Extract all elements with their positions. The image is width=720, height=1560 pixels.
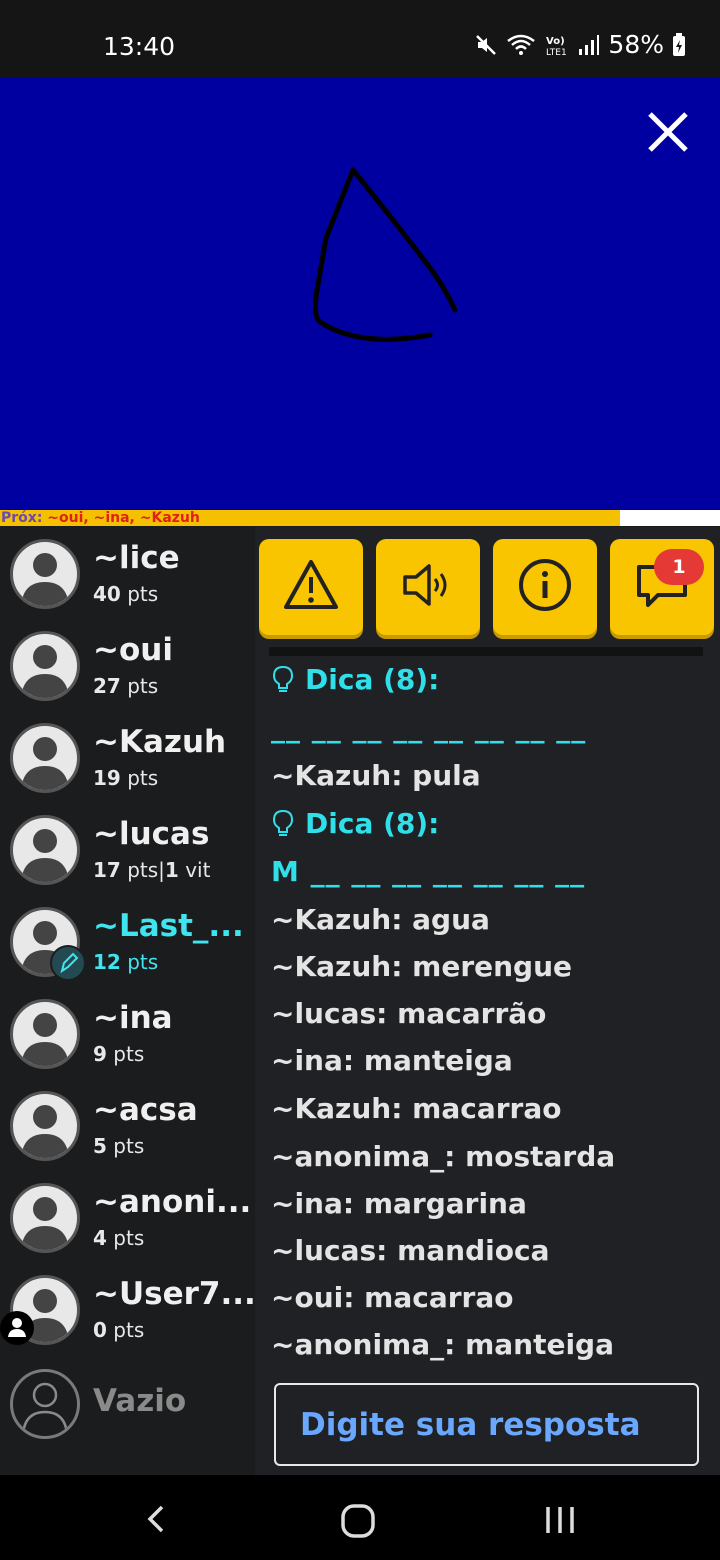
status-bar: 13:40 Vo) LTE1 58% [0,0,720,78]
answer-input[interactable]: Digite sua resposta [274,1383,699,1466]
player-item[interactable]: ~Kazuh 19 pts [0,711,255,803]
info-button[interactable] [493,539,597,635]
lightbulb-icon [272,665,294,692]
chat-message: ~anonima_: mostarda [271,1140,616,1173]
avatar [10,723,80,793]
toolbar: 1 [259,539,717,635]
player-item[interactable]: ~acsa 5 pts [0,1079,255,1171]
next-players-bar: Próx: ~oui, ~ina, ~Kazuh [0,510,720,526]
player-name: ~User7... [93,1276,256,1312]
avatar [10,631,80,701]
chat-message: ~lucas: mandioca [271,1234,550,1267]
divider [269,647,703,656]
pencil-icon [50,945,86,981]
close-icon[interactable] [646,110,690,154]
chat-message: ~Kazuh: merengue [271,950,573,983]
player-name: ~Last_... [93,908,244,944]
wifi-icon [507,34,536,55]
navigation-bar [0,1475,720,1560]
user-icon [0,1311,34,1345]
chat-message: ~Kazuh: pula [271,759,481,792]
battery-percent: 58% [608,30,664,59]
hint-message: Dica (8): [271,807,439,840]
avatar [10,1091,80,1161]
avatar [10,1183,80,1253]
player-points: 0 pts [93,1318,145,1342]
player-name: ~acsa [93,1092,198,1128]
chat-badge: 1 [654,549,704,585]
empty-avatar-icon [10,1369,80,1439]
player-points: 12 pts [93,950,159,974]
chat-message: ~Kazuh: agua [271,903,490,936]
hint-message: Dica (8): [271,663,439,696]
avatar [10,539,80,609]
recent-apps-icon[interactable] [544,1505,576,1535]
next-names: ~oui, ~ina, ~Kazuh [47,510,200,526]
hint-blanks: M __ __ __ __ __ __ __ [271,855,586,888]
info-icon [519,559,571,611]
avatar [10,999,80,1069]
sound-button[interactable] [376,539,480,635]
empty-slot-label: Vazio [93,1383,187,1419]
player-list: ~lice 40 pts ~oui 27 pts ~Kazuh 19 pts ~… [0,527,256,1475]
chat-message: ~Kazuh: macarrao [271,1092,562,1125]
game-panel: 1 Dica (8): __ __ __ __ __ __ __ __ ~Kaz… [255,527,720,1475]
next-label: Próx: [1,510,43,526]
player-name: ~lice [93,540,180,576]
drawing-canvas[interactable] [0,78,720,510]
player-name: ~Kazuh [93,724,227,760]
empty-slot: Vazio [0,1357,255,1449]
battery-icon [673,32,685,56]
player-points: 9 pts [93,1042,145,1066]
player-points: 4 pts [93,1226,145,1250]
player-item[interactable]: ~lucas 17 pts|1 vit [0,803,255,895]
speaker-icon [403,564,447,606]
chat-message: ~lucas: macarrão [271,997,547,1030]
svg-text:Vo): Vo) [546,36,565,47]
lightbulb-icon [272,809,294,836]
player-points: 40 pts [93,582,159,606]
avatar [10,815,80,885]
status-time: 13:40 [103,32,176,61]
player-name: ~anoni... [93,1184,252,1220]
status-icons: Vo) LTE1 58% [474,30,686,59]
player-points: 5 pts [93,1134,145,1158]
drawing-strokes [313,167,458,342]
player-name: ~ina [93,1000,173,1036]
chat-message: ~anonima_: manteiga [271,1328,614,1361]
player-points: 19 pts [93,766,159,790]
player-item[interactable]: ~anoni... 4 pts [0,1171,255,1263]
warning-icon [284,560,338,609]
home-icon[interactable] [340,1503,376,1539]
answer-placeholder: Digite sua resposta [300,1407,641,1443]
chat-message: ~oui: macarrao [271,1281,514,1314]
player-points: 17 pts|1 vit [93,858,211,882]
player-points: 27 pts [93,674,159,698]
back-icon[interactable] [140,1503,172,1535]
signal-icon [579,34,600,55]
player-item[interactable]: ~lice 40 pts [0,527,255,619]
player-name: ~oui [93,632,173,668]
mute-icon [476,34,497,55]
svg-text:LTE1: LTE1 [546,48,567,57]
volte-icon: Vo)LTE1 [546,36,567,57]
hint-blanks: __ __ __ __ __ __ __ __ [271,711,587,744]
player-item-drawing[interactable]: ~Last_... 12 pts [0,895,255,987]
player-item[interactable]: ~User7... 0 pts [0,1263,256,1355]
player-item[interactable]: ~ina 9 pts [0,987,255,1079]
chat-message: ~ina: margarina [271,1187,527,1220]
player-item[interactable]: ~oui 27 pts [0,619,255,711]
chat-button[interactable]: 1 [610,539,714,635]
player-name: ~lucas [93,816,210,852]
chat-message: ~ina: manteiga [271,1044,513,1077]
next-players-text: Próx: ~oui, ~ina, ~Kazuh [1,509,200,527]
report-button[interactable] [259,539,363,635]
